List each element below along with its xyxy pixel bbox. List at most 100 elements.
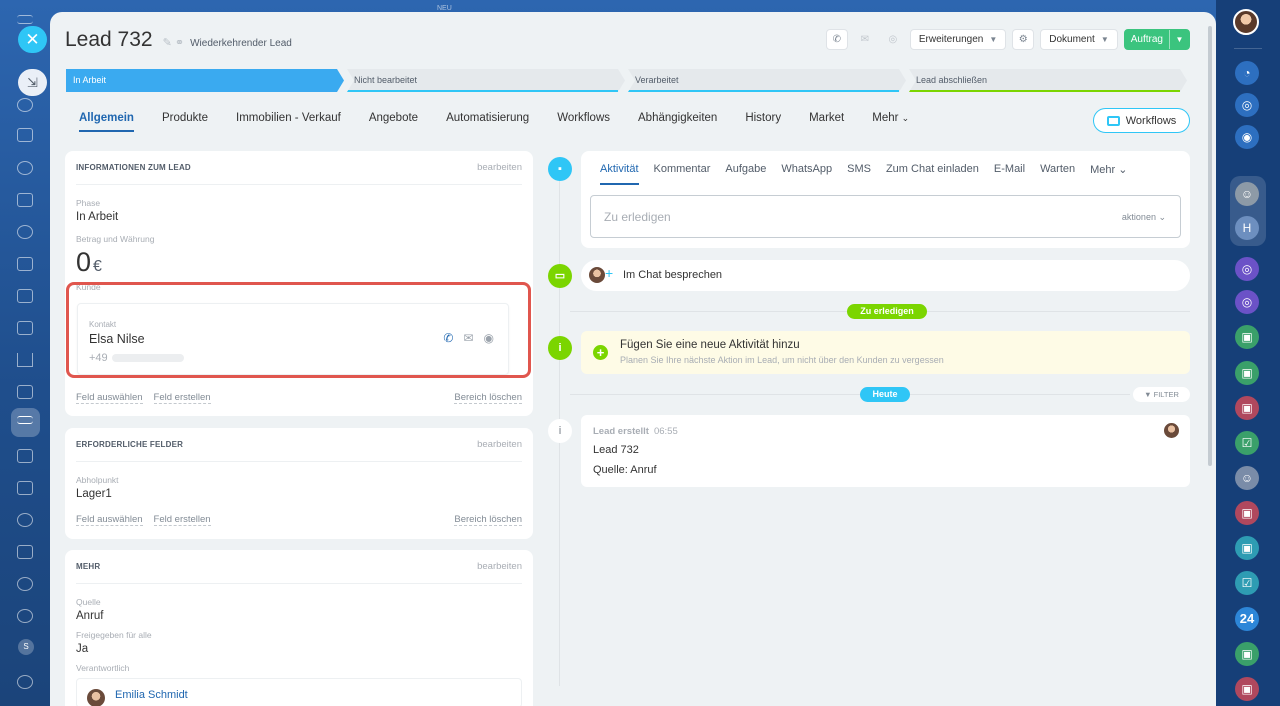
select-field-link[interactable]: Feld auswählen — [76, 392, 143, 404]
lock-chat-2-icon[interactable]: ▣ — [1235, 361, 1259, 385]
tab-warten[interactable]: Warten — [1040, 163, 1075, 176]
order-dropdown-chevron-icon[interactable]: ▼ — [1169, 30, 1189, 49]
tab-workflows[interactable]: Workflows — [557, 112, 610, 132]
workflow-icon — [1106, 115, 1120, 126]
s-badge[interactable]: S — [18, 639, 34, 655]
feed-icon[interactable] — [17, 128, 33, 142]
tab-aktivitaet[interactable]: Aktivität — [600, 163, 639, 185]
tab-history[interactable]: History — [745, 112, 781, 132]
create-field-link[interactable]: Feld erstellen — [153, 392, 211, 404]
chevron-down-icon: ▼ — [989, 35, 998, 44]
tab-email[interactable]: E-Mail — [994, 163, 1025, 176]
bitrix24-icon[interactable]: 24 — [1235, 607, 1259, 631]
documents-icon[interactable] — [17, 257, 33, 271]
tasks-icon[interactable] — [17, 193, 33, 207]
tab-abhaengigkeiten[interactable]: Abhängigkeiten — [638, 112, 717, 132]
stage-nicht-bearbeitet[interactable]: Nicht bearbeitet — [347, 69, 625, 92]
actions-dropdown[interactable]: aktionen ⌄ — [1122, 212, 1166, 223]
tab-sms[interactable]: SMS — [847, 163, 871, 176]
minimize-slider-button[interactable]: ⇲ — [18, 69, 47, 96]
crm-funnel-icon[interactable] — [17, 416, 33, 424]
tab-produkte[interactable]: Produkte — [162, 112, 208, 132]
responsible-box[interactable]: Emilia Schmidt — [76, 678, 522, 706]
edit-title-icon[interactable]: ✎ ⚭ — [163, 36, 185, 49]
notifications-icon[interactable]: ◔ — [1235, 61, 1259, 85]
card-icon[interactable] — [17, 289, 33, 303]
goals-icon[interactable] — [17, 609, 33, 623]
todo-input[interactable]: Zu erledigen aktionen ⌄ — [590, 195, 1181, 238]
delete-section-link[interactable]: Bereich löschen — [454, 392, 522, 404]
add-icon[interactable]: + — [593, 345, 608, 360]
chat-avatar-icon[interactable]: ☺ — [1235, 182, 1259, 206]
discuss-in-chat-row[interactable]: + Im Chat besprechen — [581, 260, 1190, 291]
tab-aufgabe[interactable]: Aufgabe — [725, 163, 766, 176]
sign-icon[interactable] — [17, 449, 33, 463]
filter-icon: ▼ — [1144, 390, 1152, 399]
sites-icon[interactable] — [17, 321, 33, 335]
shop-icon[interactable] — [17, 385, 33, 399]
settings-button[interactable]: ⚙ — [1012, 29, 1035, 50]
stage-verarbeitet[interactable]: Verarbeitet — [628, 69, 906, 92]
select-field-link[interactable]: Feld auswählen — [76, 514, 143, 526]
tab-mehr-composer[interactable]: Mehr ⌄ — [1090, 163, 1127, 176]
tab-mehr[interactable]: Mehr ⌄ — [872, 112, 909, 132]
group-avatar-icon[interactable]: ☺ — [1235, 466, 1259, 490]
responsible-name[interactable]: Emilia Schmidt — [115, 689, 188, 701]
create-field-link[interactable]: Feld erstellen — [153, 514, 211, 526]
search-chat-icon[interactable]: ◉ — [1235, 125, 1259, 149]
tab-whatsapp[interactable]: WhatsApp — [781, 163, 832, 176]
menu-icon[interactable] — [17, 15, 33, 24]
extensions-dropdown[interactable]: Erweiterungen ▼ — [909, 29, 1007, 50]
openline-2-icon[interactable]: ◎ — [1235, 290, 1259, 314]
edit-link[interactable]: bearbeiten — [477, 439, 522, 450]
analytics-icon[interactable] — [17, 353, 33, 367]
close-slider-button[interactable]: ✕ — [18, 26, 47, 53]
order-button[interactable]: Auftrag ▼ — [1123, 29, 1190, 50]
add-activity-card[interactable]: + Fügen Sie eine neue Aktivität hinzu Pl… — [581, 331, 1190, 374]
lock-chat-6-icon[interactable]: ▣ — [1235, 642, 1259, 666]
edit-link[interactable]: bearbeiten — [477, 162, 522, 173]
chat-icon[interactable] — [17, 161, 33, 175]
delete-section-link[interactable]: Bereich löschen — [454, 514, 522, 526]
automation-icon[interactable] — [17, 513, 33, 527]
tab-kommentar[interactable]: Kommentar — [654, 163, 711, 176]
tab-immobilien-verkauf[interactable]: Immobilien - Verkauf — [236, 112, 341, 132]
chat-h-icon[interactable]: H — [1235, 216, 1259, 240]
star-icon[interactable] — [17, 98, 33, 112]
author-avatar[interactable] — [1164, 423, 1179, 438]
card-footer-links: Feld auswählen Feld erstellen Bereich lö… — [76, 392, 522, 404]
openline-icon[interactable]: ◎ — [1235, 257, 1259, 281]
tab-angebote[interactable]: Angebote — [369, 112, 418, 132]
workflows-button[interactable]: Workflows — [1093, 108, 1190, 133]
stage-in-arbeit[interactable]: In Arbeit — [66, 69, 344, 92]
lock-chat-7-icon[interactable]: ▣ — [1235, 677, 1259, 701]
filter-label: FILTER — [1153, 390, 1179, 399]
groups-icon[interactable] — [17, 225, 33, 239]
stage-lead-abschliessen[interactable]: Lead abschließen — [909, 69, 1187, 92]
task-chat-icon[interactable]: ☑ — [1235, 431, 1259, 455]
user-avatar[interactable] — [1233, 9, 1259, 35]
terminal-icon[interactable] — [17, 481, 33, 495]
edit-link[interactable]: bearbeiten — [477, 561, 522, 572]
tab-allgemein[interactable]: Allgemein — [79, 112, 134, 132]
tab-market[interactable]: Market — [809, 112, 844, 132]
task-chat-2-icon[interactable]: ☑ — [1235, 571, 1259, 595]
email-button[interactable]: ✉ — [854, 29, 876, 50]
tab-automatisierung[interactable]: Automatisierung — [446, 112, 529, 132]
robot-icon[interactable] — [17, 577, 33, 591]
messenger-icon[interactable]: ◎ — [1235, 93, 1259, 117]
scrollbar[interactable] — [1208, 26, 1212, 466]
phone-call-button[interactable]: ✆ — [825, 29, 848, 50]
lock-chat-5-icon[interactable]: ▣ — [1235, 536, 1259, 560]
settings-icon[interactable] — [17, 675, 33, 689]
calendar-icon[interactable] — [17, 545, 33, 559]
chat-button[interactable]: ◎ — [882, 29, 904, 50]
add-activity-title: Fügen Sie eine neue Aktivität hinzu — [620, 339, 800, 351]
document-dropdown[interactable]: Dokument ▼ — [1040, 29, 1118, 50]
lock-chat-4-icon[interactable]: ▣ — [1235, 501, 1259, 525]
filter-button[interactable]: ▼ FILTER — [1133, 387, 1190, 402]
lock-chat-3-icon[interactable]: ▣ — [1235, 396, 1259, 420]
lock-chat-icon[interactable]: ▣ — [1235, 325, 1259, 349]
event-lead-name[interactable]: Lead 732 — [593, 444, 639, 456]
tab-chat-invite[interactable]: Zum Chat einladen — [886, 163, 979, 176]
